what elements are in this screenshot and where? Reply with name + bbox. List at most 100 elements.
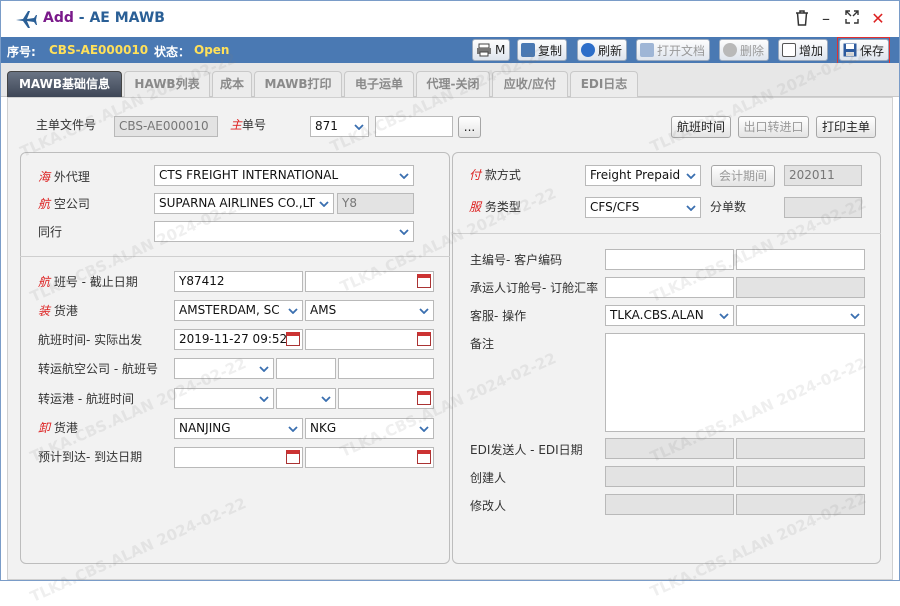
tab-mawb-basic[interactable]: MAWB基础信息	[7, 71, 122, 97]
payment-value: Freight Prepaid	[590, 168, 681, 182]
arrival-date-input[interactable]	[305, 447, 434, 468]
load-port-label: 装 货港	[38, 302, 78, 319]
master-prefix-select[interactable]: 871	[310, 116, 369, 137]
flight-time-button[interactable]: 航班时间	[671, 116, 731, 138]
minimize-icon[interactable]: –	[817, 10, 835, 28]
open-doc-button[interactable]: 打开文档	[636, 39, 711, 61]
seq-label: 序号:	[7, 45, 36, 59]
operator-select[interactable]	[736, 305, 865, 326]
master-no-input[interactable]	[375, 116, 453, 137]
master-code-input[interactable]	[605, 249, 734, 270]
chevron-down-icon	[394, 222, 413, 241]
chevron-down-icon	[283, 419, 302, 438]
open-doc-icon	[640, 43, 654, 57]
payment-text: 款方式	[484, 168, 521, 182]
calendar-icon[interactable]	[417, 274, 431, 288]
delete-button[interactable]: 删除	[719, 39, 770, 61]
discharge-accent: 卸	[38, 421, 51, 435]
tab-e-awb[interactable]: 电子运单	[344, 71, 414, 97]
transfer-airline-select[interactable]	[174, 358, 274, 379]
refresh-icon	[581, 43, 595, 57]
booking-label: 承运人订舱号- 订舱汇率	[470, 281, 599, 295]
tab-hawb-list[interactable]: HAWB列表	[124, 71, 210, 97]
modify-date-field	[736, 494, 865, 515]
airline-code-field: Y8	[337, 193, 414, 214]
airline-label: 航 空公司	[38, 195, 90, 212]
refresh-button[interactable]: 刷新	[577, 39, 628, 61]
tab-agent-close[interactable]: 代理-关闭	[416, 71, 490, 97]
flight-accent: 航	[38, 275, 51, 289]
remark-textarea[interactable]	[605, 333, 865, 432]
calendar-icon[interactable]	[417, 391, 431, 405]
eta-label: 预计到达- 到达日期	[38, 450, 143, 464]
overseas-agent-value: CTS FREIGHT INTERNATIONAL	[159, 168, 339, 182]
master-no-text: 单号	[242, 118, 267, 132]
airline-select[interactable]: SUPARNA AIRLINES CO.,LT	[154, 193, 334, 214]
chevron-down-icon	[314, 194, 333, 213]
flight-label: 航 班号 - 截止日期	[38, 273, 138, 290]
flight-time-value: 2019-11-27 09:52	[179, 332, 288, 346]
service-text: 务类型	[484, 200, 521, 214]
flight-time-input[interactable]: 2019-11-27 09:52	[174, 329, 303, 350]
service-type-select[interactable]: CFS/CFS	[585, 197, 701, 218]
peer-select[interactable]	[154, 221, 414, 242]
overseas-agent-select[interactable]: CTS FREIGHT INTERNATIONAL	[154, 165, 414, 186]
booking-rate-field	[736, 277, 865, 298]
booking-no-input[interactable]	[605, 277, 734, 298]
copy-button[interactable]: 复制	[517, 39, 568, 61]
discharge-port-select[interactable]: NANJING	[174, 418, 303, 439]
sub-count-label: 分单数	[710, 200, 747, 214]
overseas-agent-text: 外代理	[53, 170, 90, 184]
print-master-button[interactable]: 打印主单	[816, 116, 876, 138]
window-title: Add - AE MAWB	[43, 10, 165, 26]
transfer-port-code-select[interactable]	[276, 388, 336, 409]
tab-cost[interactable]: 成本	[212, 71, 252, 97]
calendar-icon[interactable]	[286, 450, 300, 464]
maximize-icon[interactable]	[843, 10, 861, 28]
close-icon[interactable]: ✕	[869, 10, 887, 28]
add-label: 增加	[799, 43, 824, 58]
flight-time-label: 航班时间- 实际出发	[38, 333, 143, 347]
calendar-icon[interactable]	[417, 450, 431, 464]
actual-departure-input[interactable]	[305, 329, 434, 350]
export-transfer-button[interactable]: 出口转进口	[738, 116, 809, 138]
transfer-flight-no-input[interactable]	[276, 358, 336, 379]
add-button[interactable]: 增加	[778, 39, 829, 61]
payment-select[interactable]: Freight Prepaid	[585, 165, 701, 186]
calendar-icon[interactable]	[417, 332, 431, 346]
refresh-label: 刷新	[598, 43, 623, 58]
accounting-period-button[interactable]: 会计期间	[711, 165, 775, 187]
print-label: M	[495, 43, 506, 57]
calendar-icon[interactable]	[286, 332, 300, 346]
cutoff-date-input[interactable]	[305, 271, 434, 292]
chevron-down-icon	[414, 301, 433, 320]
discharge-code-select[interactable]: NKG	[305, 418, 434, 439]
service-accent: 服	[469, 200, 482, 214]
eta-input[interactable]	[174, 447, 303, 468]
form-body: 主单文件号 CBS-AE000010 主单号 871 ... 航班时间 出口转进…	[7, 97, 893, 580]
tab-ar-ap[interactable]: 应收/应付	[492, 71, 568, 97]
chevron-down-icon	[681, 198, 700, 217]
airplane-icon	[16, 11, 37, 28]
flight-no-input[interactable]: Y87412	[174, 271, 303, 292]
airline-accent: 航	[38, 197, 51, 211]
chevron-down-icon	[394, 166, 413, 185]
customer-code-input[interactable]	[736, 249, 865, 270]
trash-icon[interactable]	[793, 10, 811, 28]
transfer-flight-time-input[interactable]	[338, 388, 434, 409]
load-code-select[interactable]: AMS	[305, 300, 434, 321]
modifier-label: 修改人	[470, 499, 507, 513]
transfer-flight-extra-input[interactable]	[338, 358, 434, 379]
creator-field	[605, 466, 734, 487]
ellipsis-button[interactable]: ...	[458, 116, 481, 138]
chevron-down-icon	[349, 117, 368, 136]
cs-select[interactable]: TLKA.CBS.ALAN	[605, 305, 734, 326]
chevron-down-icon	[714, 306, 733, 325]
load-port-select[interactable]: AMSTERDAM, SC	[174, 300, 303, 321]
discharge-port-value: NANJING	[179, 421, 231, 435]
print-button[interactable]: M	[472, 39, 511, 61]
transfer-port-select[interactable]	[174, 388, 274, 409]
tab-edi-log[interactable]: EDI日志	[570, 71, 638, 97]
tab-mawb-print[interactable]: MAWB打印	[254, 71, 342, 97]
cs-label: 客服- 操作	[470, 309, 527, 323]
